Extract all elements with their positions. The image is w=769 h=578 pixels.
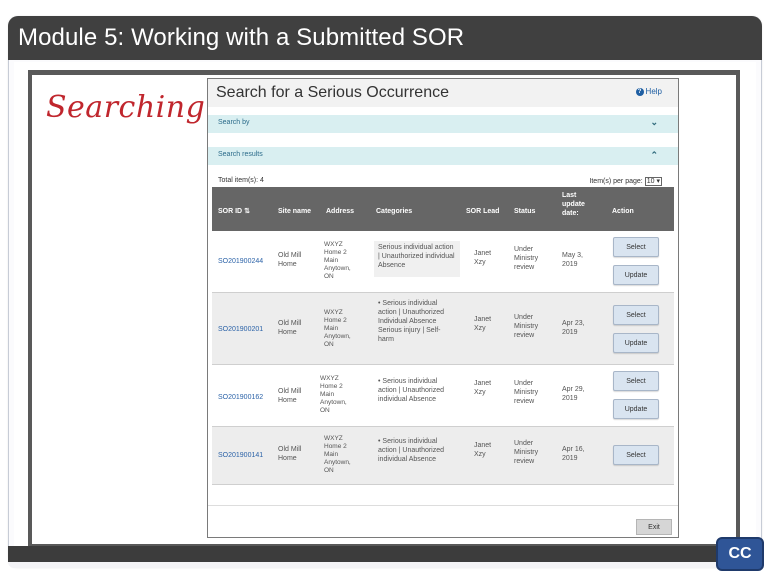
update-button[interactable]: Update — [613, 265, 659, 285]
column-header-sor-lead: SOR Lead — [466, 208, 500, 215]
address-cell: WXYZ Home 2 Main Anytown, ON — [324, 309, 351, 348]
site-name-cell: Old Mill Home — [278, 320, 302, 336]
column-header-status: Status — [514, 208, 536, 215]
help-link[interactable]: ? Help — [635, 87, 662, 96]
chevron-down-icon: ⌄ — [650, 117, 658, 127]
status-cell: Under Ministry review — [514, 440, 539, 465]
table-row: SO201900201 Old Mill Home WXYZ Home 2 Ma… — [212, 293, 674, 365]
site-name-cell: Old Mill Home — [278, 388, 302, 404]
update-button[interactable]: Update — [613, 333, 659, 353]
column-header-last-update: Last update date: — [562, 192, 585, 217]
site-name-cell: Old Mill Home — [278, 446, 302, 462]
search-window: Search for a Serious Occurrence ? Help S… — [207, 78, 679, 538]
column-header-site-name: Site name — [278, 208, 312, 215]
address-cell: WXYZ Home 2 Main Anytown, ON — [324, 241, 351, 280]
sor-lead-cell: Janet Xzy — [474, 380, 492, 396]
player-bottom-edge — [8, 562, 762, 568]
window-header: Search for a Serious Occurrence ? Help — [208, 79, 678, 107]
last-update-cell: Apr 23, 2019 — [562, 320, 585, 336]
items-per-page-select[interactable]: 10 ▾ — [644, 177, 662, 186]
categories-cell: • Serious individual action | Unauthoriz… — [374, 435, 460, 471]
last-update-cell: Apr 29, 2019 — [562, 386, 585, 402]
column-header-sor-id[interactable]: SOR ID ⇅ — [218, 207, 250, 216]
site-name-cell: Old Mill Home — [278, 252, 302, 268]
status-cell: Under Ministry review — [514, 380, 539, 405]
items-per-page-value: 10 — [646, 178, 655, 185]
help-icon: ? — [635, 87, 644, 96]
categories-cell: • Serious individual action | Unauthoriz… — [374, 375, 460, 411]
items-per-page: Item(s) per page: 10 ▾ — [589, 177, 662, 186]
sort-icon: ⇅ — [244, 208, 250, 215]
column-header-address: Address — [326, 208, 355, 215]
exit-button[interactable]: Exit — [636, 519, 672, 535]
total-items: Total item(s): 4 — [218, 177, 264, 184]
sor-lead-cell: Janet Xzy — [474, 442, 492, 458]
slide-title: Module 5: Working with a Submitted SOR — [18, 24, 465, 51]
sor-lead-cell: Janet Xzy — [474, 250, 492, 266]
column-header-categories: Categories — [376, 208, 413, 215]
select-button[interactable]: Select — [613, 445, 659, 465]
table-row: SO201900141 Old Mill Home WXYZ Home 2 Ma… — [212, 427, 674, 485]
sor-id-link[interactable]: SO201900162 — [218, 393, 263, 402]
column-header-sor-id-label: SOR ID — [218, 208, 243, 215]
categories-cell: • Serious individual action | Unauthoriz… — [374, 297, 460, 359]
search-by-label: Search by — [218, 119, 250, 126]
chevron-up-icon: ⌃ — [650, 150, 658, 160]
status-cell: Under Ministry review — [514, 314, 539, 339]
select-button[interactable]: Select — [613, 305, 659, 325]
search-by-panel-header[interactable]: Search by ⌄ — [208, 115, 678, 133]
closed-captions-button[interactable]: CC — [716, 537, 764, 571]
page-title: Search for a Serious Occurrence — [216, 84, 449, 101]
help-label: Help — [645, 87, 662, 96]
sor-id-link[interactable]: SO201900244 — [218, 257, 263, 266]
results-table: SOR ID ⇅ Site name Address Categories SO… — [212, 187, 674, 485]
last-update-cell: May 3, 2019 — [562, 252, 584, 268]
table-row: SO201900162 Old Mill Home WXYZ Home 2 Ma… — [212, 365, 674, 427]
categories-cell: Serious individual action | Unauthorized… — [374, 241, 460, 277]
slide-page: Module 5: Working with a Submitted SOR S… — [0, 0, 769, 578]
last-update-cell: Apr 16, 2019 — [562, 446, 585, 462]
table-header: SOR ID ⇅ Site name Address Categories SO… — [212, 187, 674, 231]
address-cell: WXYZ Home 2 Main Anytown, ON — [324, 435, 351, 474]
update-button[interactable]: Update — [613, 399, 659, 419]
select-button[interactable]: Select — [613, 237, 659, 257]
items-per-page-label: Item(s) per page: — [589, 178, 643, 185]
player-bottom-bar — [8, 546, 762, 562]
column-header-action: Action — [612, 208, 634, 215]
status-cell: Under Ministry review — [514, 246, 539, 271]
address-cell: WXYZ Home 2 Main Anytown, ON — [320, 375, 347, 414]
select-button[interactable]: Select — [613, 371, 659, 391]
sor-id-link[interactable]: SO201900201 — [218, 325, 263, 334]
search-results-label: Search results — [218, 151, 263, 158]
footer-divider — [208, 505, 678, 506]
table-row: SO201900244 Old Mill Home WXYZ Home 2 Ma… — [212, 231, 674, 293]
search-results-panel-header[interactable]: Search results ⌃ — [208, 147, 678, 165]
sor-lead-cell: Janet Xzy — [474, 316, 492, 332]
sor-id-link[interactable]: SO201900141 — [218, 451, 263, 460]
section-label-searching: Searching — [46, 90, 206, 125]
